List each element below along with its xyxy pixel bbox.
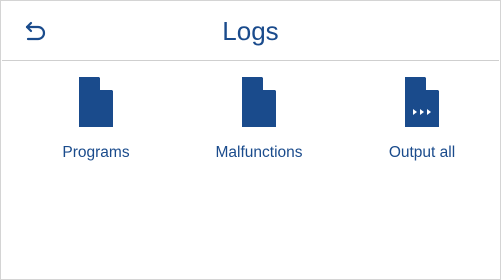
document-icon: [79, 77, 113, 127]
document-output-icon: [405, 77, 439, 127]
output-all-label: Output all: [388, 144, 456, 161]
malfunctions-label: Malfunctions: [215, 144, 303, 161]
page-title: Logs: [222, 16, 279, 46]
screen-frame: Logs Programs Malfunctions Output all: [0, 0, 501, 280]
programs-label: Programs: [62, 144, 130, 161]
malfunctions-button[interactable]: Malfunctions: [184, 73, 334, 173]
output-all-button[interactable]: Output all: [347, 73, 497, 173]
header-bar: Logs: [2, 2, 499, 61]
document-icon: [242, 77, 276, 127]
programs-button[interactable]: Programs: [21, 73, 171, 173]
